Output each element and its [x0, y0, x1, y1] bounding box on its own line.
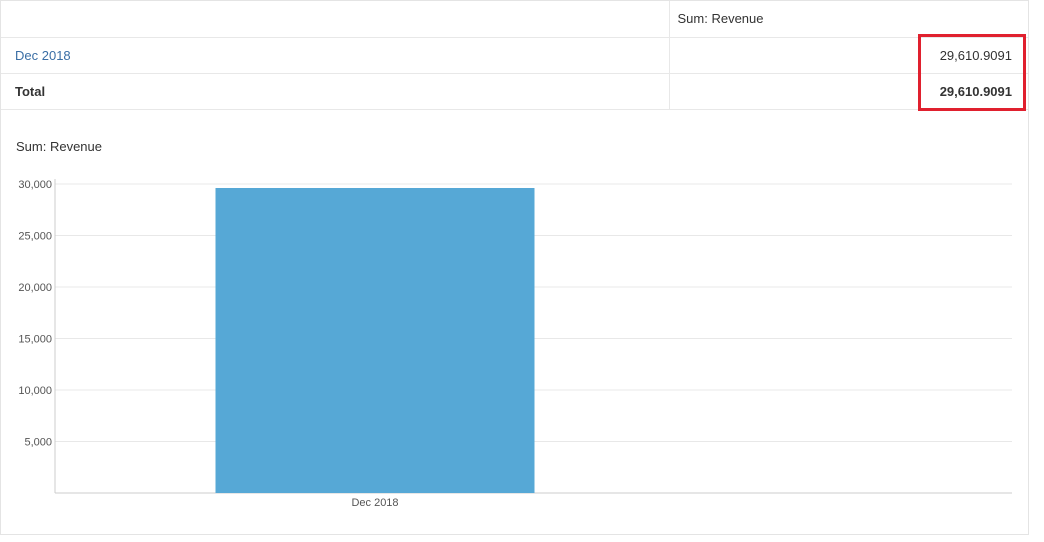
total-value: 29,610.9091: [669, 73, 1028, 110]
row-value-cell: 29,610.9091: [669, 37, 1028, 74]
total-label: Total: [1, 73, 670, 110]
bar-dec-2018: [215, 188, 535, 493]
pivot-header-row-label: [1, 1, 670, 38]
y-tick-label: 15,000: [18, 334, 52, 346]
pivot-table: Sum: Revenue Dec 2018 29,610.9091 Total …: [1, 1, 1028, 110]
total-row: Total 29,610.9091: [1, 73, 1028, 110]
y-tick-label: 10,000: [18, 385, 52, 397]
bar-chart: 5,000 10,000 15,000 20,000 25,000 30,000 Dec 2…: [18, 179, 1012, 509]
pivot-header-row: Sum: Revenue: [1, 1, 1028, 38]
y-tick-label: 5,000: [24, 437, 52, 449]
pivot-chart-panel: Sum: Revenue Dec 2018 29,610.9091 Total …: [0, 0, 1029, 535]
x-tick-label: Dec 2018: [351, 497, 398, 509]
table-row: Dec 2018 29,610.9091: [1, 37, 1028, 74]
chart-title: Sum: Revenue: [16, 139, 102, 154]
pivot-header-value-label[interactable]: Sum: Revenue: [669, 1, 1028, 38]
row-label-cell: Dec 2018: [1, 37, 670, 74]
row-label-link[interactable]: Dec 2018: [15, 48, 71, 63]
y-tick-label: 30,000: [18, 179, 52, 191]
y-tick-label: 25,000: [18, 231, 52, 243]
y-tick-label: 20,000: [18, 282, 52, 294]
